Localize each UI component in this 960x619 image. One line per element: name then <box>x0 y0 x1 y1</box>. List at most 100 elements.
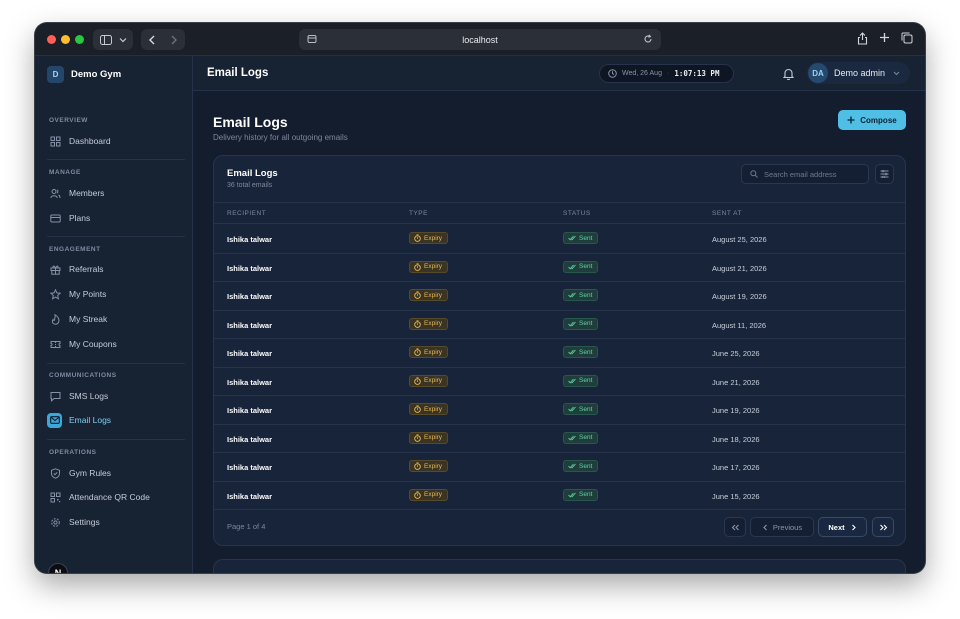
table-row[interactable]: Ishika talwar Expiry Sent August 11, 2026 <box>214 311 905 339</box>
sidebar-toggle-button[interactable] <box>93 29 133 50</box>
address-bar[interactable]: localhost <box>299 29 661 50</box>
brand-name: Demo Gym <box>71 69 122 80</box>
forward-icon[interactable] <box>170 35 178 45</box>
sidebar-item-label: Settings <box>69 517 100 527</box>
back-icon[interactable] <box>148 35 156 45</box>
status-label: Sent <box>579 434 593 441</box>
sidebar-item-label: Dashboard <box>69 136 111 146</box>
table-row[interactable]: Ishika talwar Expiry Sent August 19, 2026 <box>214 282 905 311</box>
notifications-button[interactable] <box>779 65 797 83</box>
main-content: Email Logs Delivery history for all outg… <box>193 91 925 573</box>
sidebar-item-referrals[interactable]: Referrals <box>47 260 185 278</box>
bell-icon <box>782 68 794 80</box>
compose-label: Compose <box>860 115 897 125</box>
sidebar-item-my-points[interactable]: My Points <box>47 285 185 303</box>
sidebar-item-gym-rules[interactable]: Gym Rules <box>47 464 185 482</box>
table-row[interactable]: Ishika talwar Expiry Sent June 21, 2026 <box>214 368 905 396</box>
last-page-button[interactable] <box>872 517 894 537</box>
page-settings-icon[interactable] <box>307 34 317 44</box>
column-header-sent-at[interactable]: SENT AT <box>712 210 742 217</box>
browser-toolbar: localhost <box>35 23 925 56</box>
type-badge: Expiry <box>409 260 449 273</box>
tab-overview-button[interactable] <box>901 32 913 44</box>
nextjs-dev-badge[interactable]: N <box>48 563 68 573</box>
first-page-button[interactable] <box>724 517 746 537</box>
type-badge: Expiry <box>409 403 449 415</box>
status-label: Sent <box>579 234 593 242</box>
table-row[interactable]: Ishika talwar Expiry Sent June 17, 2026 <box>214 453 905 482</box>
new-tab-button[interactable] <box>879 32 890 43</box>
topbar-title: Email Logs <box>207 67 269 79</box>
star-icon <box>50 288 61 300</box>
timer-icon <box>414 490 421 499</box>
chevron-right-icon <box>851 524 856 530</box>
brand[interactable]: D Demo Gym <box>47 66 121 83</box>
next-page-button[interactable]: Next <box>818 517 867 537</box>
sidebar-item-email-logs[interactable]: Email Logs <box>47 411 185 429</box>
double-chevron-left-icon <box>731 524 739 530</box>
table-header: RECIPIENT TYPE STATUS SENT AT <box>214 202 905 224</box>
recipient-name: Ishika talwar <box>227 463 273 472</box>
zoom-window-button[interactable] <box>75 35 84 44</box>
divider <box>47 159 185 160</box>
user-menu[interactable]: DA Demo admin <box>807 62 910 84</box>
secondary-card <box>213 559 906 573</box>
sidebar-item-dashboard[interactable]: Dashboard <box>47 132 185 150</box>
email-logs-card: Email Logs 36 total emails RECIPIENT TYP… <box>213 155 906 546</box>
type-badge: Expiry <box>409 317 449 330</box>
table-row[interactable]: Ishika talwar Expiry Sent June 15, 2026 <box>214 482 905 510</box>
timer-icon <box>414 433 421 442</box>
brand-logo: D <box>47 66 64 83</box>
sidebar-item-plans[interactable]: Plans <box>47 209 185 227</box>
close-window-button[interactable] <box>47 35 56 44</box>
previous-page-button[interactable]: Previous <box>750 517 814 537</box>
mail-icon <box>47 412 62 428</box>
sidebar-item-my-coupons[interactable]: My Coupons <box>47 335 185 353</box>
column-header-status[interactable]: STATUS <box>563 210 591 217</box>
table-row[interactable]: Ishika talwar Expiry Sent June 18, 2026 <box>214 425 905 453</box>
page-title: Email Logs <box>213 114 288 130</box>
status-badge: Sent <box>563 488 599 501</box>
sidebar-item-settings[interactable]: Settings <box>47 513 185 531</box>
table-row[interactable]: Ishika talwar Expiry Sent June 25, 2026 <box>214 339 905 368</box>
double-chevron-right-icon <box>879 524 887 530</box>
sidebar-item-attendance-qr-code[interactable]: Attendance QR Code <box>47 488 185 506</box>
sent-at: June 25, 2026 <box>712 349 760 358</box>
share-button[interactable] <box>857 32 868 45</box>
sidebar-item-sms-logs[interactable]: SMS Logs <box>47 387 185 405</box>
sent-at: August 25, 2026 <box>712 235 767 244</box>
page-indicator: Page 1 of 4 <box>227 522 266 531</box>
clock-separator: · <box>666 70 670 77</box>
clock-icon <box>608 69 617 78</box>
type-badge: Expiry <box>409 431 449 444</box>
filter-button[interactable] <box>875 164 894 184</box>
sidebar-item-members[interactable]: Members <box>47 184 185 202</box>
status-badge: Sent <box>563 460 599 472</box>
search-input[interactable] <box>764 169 864 179</box>
chevron-left-icon <box>763 524 767 530</box>
sent-at: June 19, 2026 <box>712 406 760 415</box>
compose-button[interactable]: Compose <box>838 110 906 130</box>
column-header-type[interactable]: TYPE <box>409 210 428 217</box>
table-row[interactable]: Ishika talwar Expiry Sent August 25, 2026 <box>214 225 905 254</box>
type-badge: Expiry <box>409 346 449 358</box>
sidebar-item-label: SMS Logs <box>69 391 109 401</box>
timer-icon <box>414 291 421 299</box>
double-check-icon <box>568 264 576 269</box>
status-label: Sent <box>579 377 593 384</box>
browser-window: localhost D Demo Gym OVERVIEW Dashboard … <box>35 23 925 573</box>
section-heading-communications: COMMUNICATIONS <box>49 372 117 379</box>
sidebar-item-my-streak[interactable]: My Streak <box>47 310 185 328</box>
column-header-recipient[interactable]: RECIPIENT <box>227 210 266 217</box>
page-subtitle: Delivery history for all outgoing emails <box>213 133 348 142</box>
minimize-window-button[interactable] <box>61 35 70 44</box>
table-row[interactable]: Ishika talwar Expiry Sent August 21, 2026 <box>214 254 905 282</box>
table-row[interactable]: Ishika talwar Expiry Sent June 19, 2026 <box>214 396 905 425</box>
status-badge: Sent <box>563 289 599 301</box>
status-badge: Sent <box>563 232 599 244</box>
status-label: Sent <box>579 263 593 270</box>
status-badge: Sent <box>563 374 599 387</box>
timer-icon <box>414 262 421 271</box>
clock-date: Wed, 26 Aug <box>622 70 662 77</box>
reload-icon[interactable] <box>643 34 653 44</box>
